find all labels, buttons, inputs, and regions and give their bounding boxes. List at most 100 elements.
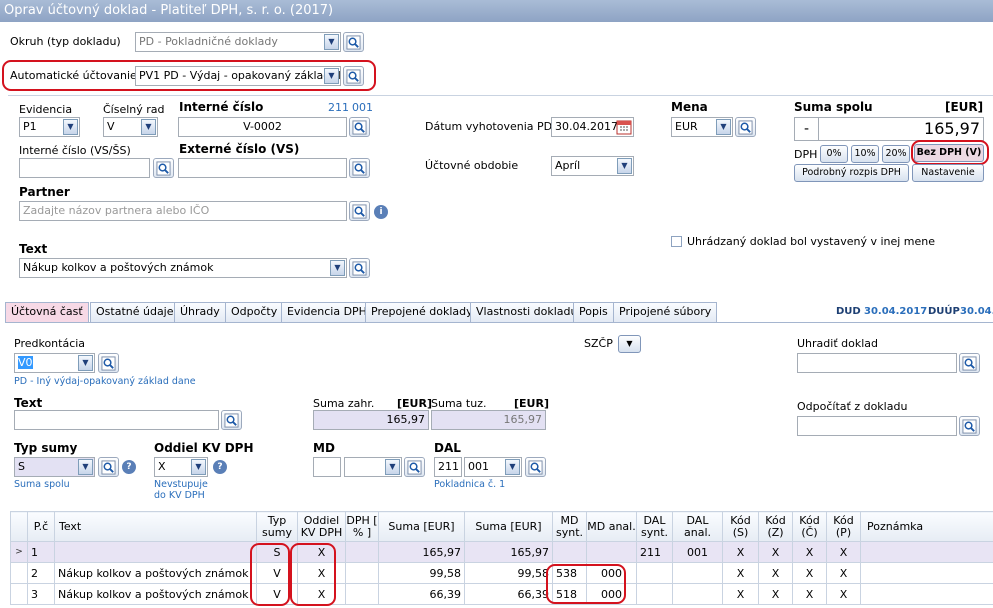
externe-search-button[interactable] xyxy=(349,158,370,178)
header-cell[interactable]: Kód (Z) xyxy=(758,511,793,542)
cell-kod-c[interactable]: X xyxy=(792,583,827,605)
cell-md-anal[interactable] xyxy=(586,541,637,563)
cell-pc[interactable]: 3 xyxy=(27,583,55,605)
table-row[interactable]: 2 Nákup kolkov a poštových známok V X 99… xyxy=(10,562,993,584)
header-cell[interactable]: MD anal. xyxy=(586,511,637,542)
cell-dph[interactable] xyxy=(345,583,379,605)
cell-kod-z[interactable]: X xyxy=(758,541,793,563)
chevron-down-icon[interactable]: ▼ xyxy=(385,459,400,475)
okruh-search-button[interactable] xyxy=(343,32,364,52)
cell-suma-tuz[interactable]: 66,39 xyxy=(464,583,553,605)
cell-text[interactable]: Nákup kolkov a poštových známok xyxy=(54,562,257,584)
cell-kod-c[interactable]: X xyxy=(792,541,827,563)
externe-input[interactable] xyxy=(178,158,347,178)
zahr-value[interactable]: 165,97 xyxy=(313,410,429,430)
ptext-input[interactable] xyxy=(14,410,219,430)
dph-20-button[interactable]: 20% xyxy=(882,145,910,163)
tab-popis[interactable]: Popis xyxy=(573,302,614,322)
dal-search-button[interactable] xyxy=(525,457,546,477)
szcp-dropdown[interactable]: ▼ xyxy=(618,335,641,353)
rozpis-button[interactable]: Podrobný rozpis DPH xyxy=(794,164,909,182)
header-cell[interactable]: Typ sumy xyxy=(256,511,298,542)
cell-suma[interactable]: 165,97 xyxy=(378,541,465,563)
tab-ostatne-udaje[interactable]: Ostatné údaje xyxy=(90,302,180,322)
odpocitat-search-button[interactable] xyxy=(959,416,980,436)
tab-pripojene-subory[interactable]: Pripojené súbory xyxy=(613,302,718,322)
cell-suma-tuz[interactable]: 99,58 xyxy=(464,562,553,584)
chevron-down-icon[interactable]: ▼ xyxy=(330,260,345,276)
cell-kod-z[interactable]: X xyxy=(758,562,793,584)
md-synt-input[interactable] xyxy=(313,457,341,477)
table-row[interactable]: > 1 S X 165,97 165,97 211 001 X X X X xyxy=(10,541,993,563)
cell-dal-synt[interactable] xyxy=(636,562,673,584)
odpocitat-input[interactable] xyxy=(797,416,957,436)
chevron-down-icon[interactable]: ▼ xyxy=(324,34,339,50)
header-cell[interactable]: Kód (P) xyxy=(826,511,861,542)
mena-search-button[interactable] xyxy=(735,117,756,137)
table-row[interactable]: 3 Nákup kolkov a poštových známok V X 66… xyxy=(10,583,993,605)
help-icon[interactable]: ? xyxy=(213,460,227,474)
vs-input[interactable] xyxy=(19,158,150,178)
datum-input[interactable]: 30.04.2017 xyxy=(551,117,634,137)
chevron-down-icon[interactable]: ▼ xyxy=(617,158,632,174)
uhradzany-checkbox[interactable] xyxy=(671,236,682,247)
oddiel-select[interactable]: X ▼ xyxy=(154,457,208,477)
tab-vlastnosti-dokladu[interactable]: Vlastnosti dokladu xyxy=(470,302,584,322)
cell-dph[interactable] xyxy=(345,541,379,563)
tab-prepojene-doklady[interactable]: Prepojené doklady xyxy=(365,302,479,322)
nastavenie-button[interactable]: Nastavenie xyxy=(912,164,984,182)
suma-sign[interactable]: - xyxy=(794,117,819,141)
dph-0-button[interactable]: 0% xyxy=(820,145,848,163)
cell-dal-synt[interactable]: 211 xyxy=(636,541,673,563)
cell-dal-anal[interactable] xyxy=(672,583,723,605)
header-cell[interactable]: Poznámka xyxy=(860,511,993,542)
tab-uctovna-cast[interactable]: Účtovná časť xyxy=(5,302,89,323)
uhradit-search-button[interactable] xyxy=(959,353,980,373)
help-icon[interactable]: ? xyxy=(122,460,136,474)
header-cell[interactable]: DPH [ % ] xyxy=(345,511,379,542)
cell-pc[interactable]: 1 xyxy=(27,541,55,563)
cell-kod-p[interactable]: X xyxy=(826,562,861,584)
header-cell[interactable]: MD synt. xyxy=(552,511,587,542)
mena-select[interactable]: EUR ▼ xyxy=(671,117,733,137)
obdobie-select[interactable]: Apríl ▼ xyxy=(551,156,634,176)
cell-kod-z[interactable]: X xyxy=(758,583,793,605)
auto-select[interactable]: PV1 PD - Výdaj - opakovaný základ da ▼ xyxy=(135,66,341,86)
info-icon[interactable]: i xyxy=(374,205,388,219)
chevron-down-icon[interactable]: ▼ xyxy=(324,68,339,84)
uhradit-input[interactable] xyxy=(797,353,957,373)
cell-text[interactable] xyxy=(54,541,257,563)
header-cell[interactable]: Suma [EUR] xyxy=(464,511,553,542)
chevron-down-icon[interactable]: ▼ xyxy=(63,119,78,135)
chevron-down-icon[interactable]: ▼ xyxy=(78,459,93,475)
partner-search-button[interactable] xyxy=(349,201,370,221)
cell-kod-s[interactable]: X xyxy=(722,562,759,584)
dal-anal-select[interactable]: 001 ▼ xyxy=(464,457,522,477)
header-cell[interactable]: Kód (S) xyxy=(722,511,759,542)
text-search-button[interactable] xyxy=(349,258,370,278)
chevron-down-icon[interactable]: ▼ xyxy=(141,119,156,135)
cell-poznamka[interactable] xyxy=(860,562,993,584)
calendar-icon[interactable] xyxy=(616,119,632,135)
cell-suma[interactable]: 99,58 xyxy=(378,562,465,584)
cell-kod-p[interactable]: X xyxy=(826,541,861,563)
cell-md-synt[interactable] xyxy=(552,541,587,563)
cell-dal-synt[interactable] xyxy=(636,583,673,605)
auto-search-button[interactable] xyxy=(343,66,364,86)
md-search-button[interactable] xyxy=(404,457,425,477)
cell-dph[interactable] xyxy=(345,562,379,584)
chevron-down-icon[interactable]: ▼ xyxy=(191,459,206,475)
cell-poznamka[interactable] xyxy=(860,583,993,605)
cell-kod-c[interactable]: X xyxy=(792,562,827,584)
cell-kod-s[interactable]: X xyxy=(722,583,759,605)
cell-text[interactable]: Nákup kolkov a poštových známok xyxy=(54,583,257,605)
md-anal-select[interactable]: ▼ xyxy=(344,457,402,477)
typ-sumy-search-button[interactable] xyxy=(98,457,119,477)
cell-dal-anal[interactable] xyxy=(672,562,723,584)
tab-uhrady[interactable]: Úhrady xyxy=(174,302,226,322)
dph-10-button[interactable]: 10% xyxy=(851,145,879,163)
ciselny-rad-select[interactable]: V ▼ xyxy=(103,117,158,137)
partner-input[interactable]: Zadajte názov partnera alebo IČO xyxy=(19,201,347,221)
dal-synt-input[interactable]: 211 xyxy=(434,457,462,477)
cell-poznamka[interactable] xyxy=(860,541,993,563)
